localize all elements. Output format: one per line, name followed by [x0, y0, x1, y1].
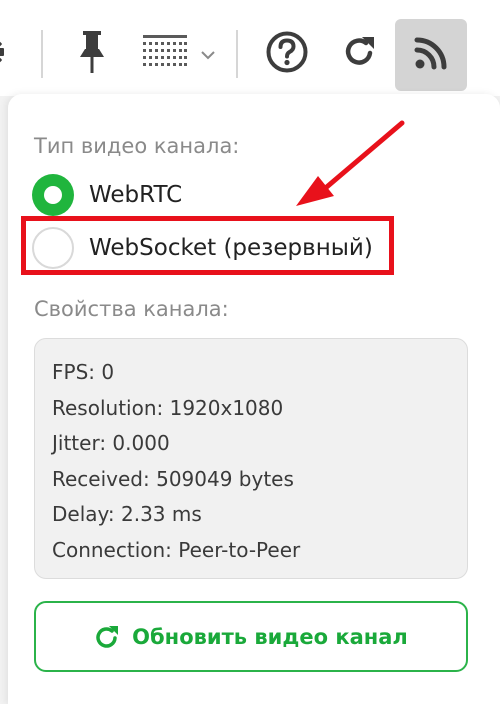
video-channel-button[interactable]	[395, 19, 467, 91]
refresh-video-channel-button[interactable]: Обновить видео канал	[34, 601, 468, 672]
channel-type-title: Тип видео канала:	[34, 134, 240, 158]
layout-grid-dropdown[interactable]	[138, 28, 220, 80]
radio-option-webrtc[interactable]: WebRTC	[32, 172, 182, 218]
grid-icon	[143, 35, 187, 73]
channel-properties-title: Свойства канала:	[34, 297, 229, 321]
toolbar	[0, 0, 500, 96]
chevron-down-icon	[201, 45, 215, 64]
refresh-button[interactable]	[334, 28, 384, 80]
toolbar-separator	[41, 30, 43, 78]
refresh-icon	[94, 624, 120, 650]
pin-icon	[77, 29, 107, 79]
property-fps: FPS: 0	[52, 360, 115, 384]
property-resolution: Resolution: 1920x1080	[52, 395, 284, 420]
refresh-video-channel-label: Обновить видео канал	[132, 624, 408, 649]
property-connection: Connection: Peer-to-Peer	[52, 537, 301, 562]
refresh-icon	[341, 34, 377, 74]
annotation-highlight-box	[21, 216, 394, 275]
gear-icon[interactable]	[0, 30, 16, 74]
property-delay: Delay: 2.33 ms	[52, 502, 202, 526]
pin-button[interactable]	[66, 28, 118, 80]
channel-properties-box: FPS: 0 Resolution: 1920x1080 Jitter: 0.0…	[34, 338, 468, 579]
help-button[interactable]	[262, 28, 312, 80]
toolbar-separator	[236, 30, 238, 78]
rss-icon	[414, 36, 448, 74]
property-received: Received: 509049 bytes	[52, 466, 294, 491]
property-jitter: Jitter: 0.000	[52, 431, 170, 455]
help-icon	[266, 31, 308, 77]
page: Тип видео канала: WebRTC WebSocket (резе…	[0, 0, 500, 704]
radio-checked-icon[interactable]	[32, 174, 74, 216]
video-channel-popup: Тип видео канала: WebRTC WebSocket (резе…	[8, 94, 500, 704]
radio-label-webrtc: WebRTC	[89, 182, 183, 208]
